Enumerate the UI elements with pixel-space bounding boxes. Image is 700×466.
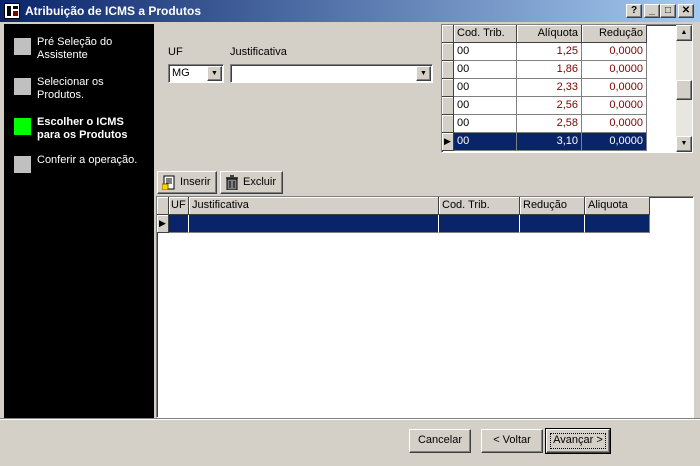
table-cell-aliquota-selected[interactable]: 3,10 xyxy=(517,133,582,151)
row-indicator[interactable] xyxy=(442,97,454,115)
table-cell-aliquota[interactable]: 2,58 xyxy=(517,115,582,133)
app-icon xyxy=(4,3,20,19)
grid-toolbar: Inserir Excluir xyxy=(156,170,694,196)
table-cell-cod[interactable]: 00 xyxy=(454,61,517,79)
row-indicator[interactable] xyxy=(442,79,454,97)
footer-divider xyxy=(0,418,700,420)
uf-select-value: MG xyxy=(172,67,190,79)
column-header-justificativa[interactable]: Justificativa xyxy=(189,197,439,215)
table-cell-reducao[interactable]: 0,0000 xyxy=(582,61,647,79)
column-header-aliquota[interactable]: Aliquota xyxy=(585,197,650,215)
step-marker-icon xyxy=(14,78,31,95)
wizard-step-label: Escolher o ICMS para os Produtos xyxy=(37,116,128,141)
uf-label: UF xyxy=(168,46,183,58)
table-cell-cod[interactable]: 00 xyxy=(454,97,517,115)
current-row-arrow-icon[interactable]: ▶ xyxy=(442,133,454,151)
table-cell-aliquota[interactable]: 2,56 xyxy=(517,97,582,115)
window-title: Atribuição de ICMS a Produtos xyxy=(25,4,202,18)
delete-button-label: Excluir xyxy=(243,176,277,188)
table-cell-cod[interactable]: 00 xyxy=(454,43,517,61)
grid-corner xyxy=(157,197,169,215)
vertical-scrollbar[interactable]: ▲ ▼ xyxy=(676,25,692,152)
close-button[interactable]: ✕ xyxy=(678,4,694,18)
cancel-button[interactable]: Cancelar xyxy=(409,429,471,453)
minimize-button[interactable]: _ xyxy=(644,4,660,18)
help-button[interactable]: ? xyxy=(626,4,642,18)
delete-button[interactable]: Excluir xyxy=(220,171,283,194)
wizard-step-label: Pré Seleção do Assistente xyxy=(37,36,113,61)
table-cell-reducao[interactable]: 0,0000 xyxy=(582,79,647,97)
table-cell-reducao[interactable] xyxy=(520,215,585,233)
insert-button[interactable]: Inserir xyxy=(157,171,217,194)
aliquota-grid[interactable]: Cod. Trib. Alíquota Redução 00 1,25 0,00… xyxy=(441,24,693,153)
insert-button-label: Inserir xyxy=(180,176,211,188)
step-marker-icon xyxy=(14,38,31,55)
column-header-uf[interactable]: UF xyxy=(169,197,189,215)
chevron-down-icon[interactable]: ▼ xyxy=(207,66,222,81)
step-marker-active-icon xyxy=(14,118,31,135)
scroll-thumb[interactable] xyxy=(676,80,692,100)
icms-assignment-grid[interactable]: UF Justificativa Cod. Trib. Redução Aliq… xyxy=(156,196,694,418)
column-header-reducao[interactable]: Redução xyxy=(582,25,647,43)
trash-icon xyxy=(226,175,238,190)
table-cell-cod[interactable]: 00 xyxy=(454,115,517,133)
column-header-cod-trib[interactable]: Cod. Trib. xyxy=(454,25,517,43)
table-cell-reducao[interactable]: 0,0000 xyxy=(582,43,647,61)
row-indicator[interactable] xyxy=(442,43,454,61)
justificativa-select[interactable]: ▼ xyxy=(230,64,433,83)
table-cell-reducao-selected[interactable]: 0,0000 xyxy=(582,133,647,151)
insert-document-icon xyxy=(162,175,175,190)
step-marker-icon xyxy=(14,156,31,173)
table-cell-justificativa[interactable] xyxy=(189,215,439,233)
table-cell-aliquota[interactable] xyxy=(585,215,650,233)
table-cell-reducao[interactable]: 0,0000 xyxy=(582,115,647,133)
wizard-step-label: Selecionar os Produtos. xyxy=(37,76,104,101)
maximize-button[interactable]: □ xyxy=(660,4,676,18)
column-header-reducao[interactable]: Redução xyxy=(520,197,585,215)
table-cell-aliquota[interactable]: 1,25 xyxy=(517,43,582,61)
row-indicator[interactable] xyxy=(442,115,454,133)
chevron-down-icon[interactable]: ▼ xyxy=(416,66,431,81)
table-cell-cod-selected[interactable]: 00 xyxy=(454,133,517,151)
justificativa-label: Justificativa xyxy=(230,46,287,58)
wizard-step-label: Conferir a operação. xyxy=(37,154,138,166)
column-header-cod-trib[interactable]: Cod. Trib. xyxy=(439,197,520,215)
scroll-up-icon[interactable]: ▲ xyxy=(676,25,692,41)
wizard-steps-panel: Pré Seleção do Assistente Selecionar os … xyxy=(4,24,154,418)
table-cell-uf[interactable] xyxy=(169,215,189,233)
column-header-aliquota[interactable]: Alíquota xyxy=(517,25,582,43)
back-button[interactable]: < Voltar xyxy=(481,429,543,453)
table-cell-cod[interactable]: 00 xyxy=(454,79,517,97)
next-button[interactable]: Avançar > xyxy=(545,428,611,454)
table-cell-aliquota[interactable]: 1,86 xyxy=(517,61,582,79)
table-cell-reducao[interactable]: 0,0000 xyxy=(582,97,647,115)
title-bar[interactable]: Atribuição de ICMS a Produtos ? _ □ ✕ xyxy=(0,0,700,22)
scroll-down-icon[interactable]: ▼ xyxy=(676,136,692,152)
uf-select[interactable]: MG ▼ xyxy=(168,64,224,83)
table-cell-aliquota[interactable]: 2,33 xyxy=(517,79,582,97)
focus-rectangle xyxy=(550,433,606,449)
grid-corner xyxy=(442,25,454,43)
row-indicator[interactable] xyxy=(442,61,454,79)
table-cell-cod-trib[interactable] xyxy=(439,215,520,233)
current-row-arrow-icon[interactable]: ▶ xyxy=(157,215,169,233)
